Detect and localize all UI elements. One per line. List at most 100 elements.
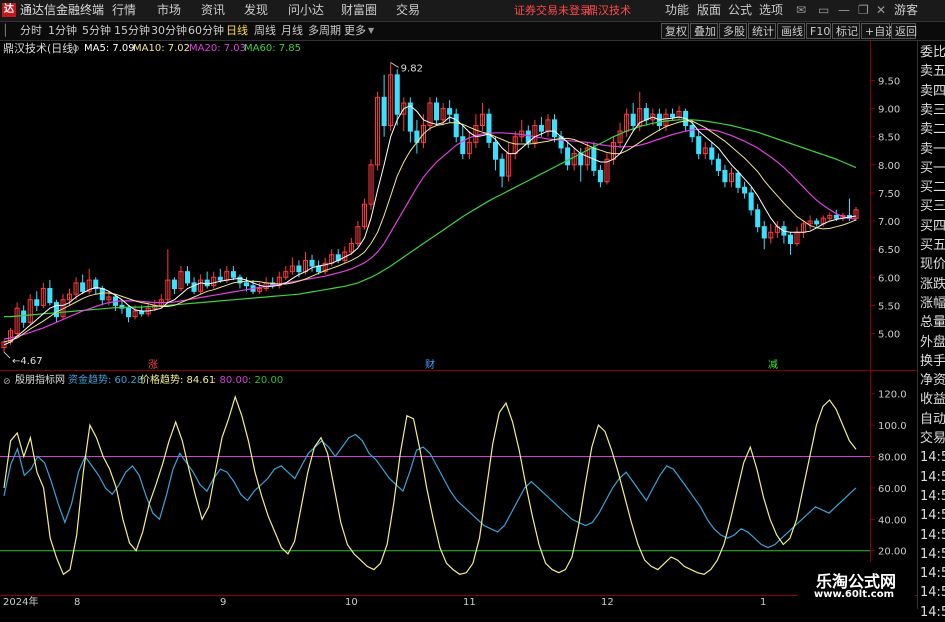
indicator-tick-label: 120.0: [878, 390, 907, 401]
candle-body: [814, 220, 820, 225]
candle-body: [643, 108, 649, 121]
candle-body: [99, 288, 105, 301]
candle-body: [597, 169, 603, 183]
price-tick-label: 7.00: [878, 217, 900, 228]
price-tick-label: 7.50: [878, 189, 900, 200]
candle-body: [709, 147, 715, 160]
date-label: 2024年: [3, 597, 39, 608]
high-pointer: [390, 62, 399, 68]
price-tick-label: 9.00: [878, 105, 900, 116]
side-panel-item[interactable]: 现价: [920, 255, 945, 274]
candle-body: [34, 299, 40, 306]
side-panel-item[interactable]: 14:56: [920, 583, 945, 602]
candle-body: [394, 74, 400, 115]
candle-body: [125, 307, 132, 318]
candle-body: [191, 282, 197, 292]
candle-body: [296, 265, 302, 273]
candle-body: [230, 271, 236, 278]
indicator-tick-label: 20.00: [878, 547, 907, 558]
side-panel-item[interactable]: 卖二: [920, 120, 945, 139]
quote-side-panel: 委比 卖五 卖四 卖三 卖二 卖一 买一 买二 买三 买四 买五 现价 涨跌 涨幅 总量 外盘 换手 净资 收益 自动…: [917, 41, 945, 620]
fund-trend-line: [3, 433, 857, 549]
candle-body: [715, 158, 721, 171]
candle-body: [486, 113, 492, 143]
side-panel-item[interactable]: 买四: [920, 217, 945, 236]
side-panel-item[interactable]: 买三: [920, 197, 945, 216]
candle-body: [669, 113, 676, 118]
date-label: 1: [760, 597, 767, 608]
date-label: 8: [74, 597, 81, 608]
price-tick-label: 5.50: [878, 301, 900, 312]
low-pointer: [3, 351, 11, 359]
price-tick-label: 6.00: [878, 273, 900, 284]
side-panel-item[interactable]: 卖五: [920, 62, 945, 81]
candle-body: [460, 136, 466, 155]
side-panel-item[interactable]: 涨幅: [920, 294, 945, 313]
indicator-tick-label: 40.00: [878, 515, 907, 526]
marker-finance[interactable]: 财: [425, 359, 435, 373]
side-panel-item[interactable]: 14:56: [920, 545, 945, 564]
side-panel-item[interactable]: 14:56: [920, 487, 945, 506]
candle-body: [493, 141, 499, 160]
candle-body: [447, 108, 453, 115]
candle-body: [538, 124, 544, 132]
candle-body: [748, 192, 754, 211]
side-panel-item[interactable]: 收益: [920, 390, 945, 409]
side-panel-item[interactable]: 卖一: [920, 140, 945, 159]
side-panel-item[interactable]: 卖四: [920, 82, 945, 101]
side-panel-item[interactable]: 净资: [920, 371, 945, 390]
candle-body: [742, 186, 748, 194]
marker-rise[interactable]: 涨: [148, 359, 158, 373]
candle-body: [755, 209, 761, 228]
side-panel-item[interactable]: 14:56: [920, 526, 945, 545]
watermark: 乐淘公式网 www.60lt.com: [798, 562, 915, 602]
side-panel-item[interactable]: 卖三: [920, 101, 945, 120]
side-panel-item[interactable]: 换手: [920, 352, 945, 371]
candle-body: [551, 119, 558, 138]
side-panel-item[interactable]: 外盘: [920, 333, 945, 352]
side-panel-item[interactable]: 买五: [920, 236, 945, 255]
candle-body: [565, 147, 571, 166]
low-price-label: ←4.67: [12, 356, 43, 367]
price-tick-label: 6.50: [878, 245, 900, 256]
candle-body: [80, 282, 86, 292]
candle-body: [578, 153, 584, 166]
candle-body: [689, 124, 695, 138]
side-panel-item[interactable]: 14:56: [920, 564, 945, 583]
side-panel-item[interactable]: 14:56: [920, 448, 945, 467]
marker-reduce[interactable]: 减: [768, 359, 778, 373]
candle-body: [204, 279, 210, 287]
side-panel-item[interactable]: 自动: [920, 410, 945, 429]
indicator-tick-label: 60.00: [878, 484, 907, 495]
price-tick-label: 5.00: [878, 330, 900, 341]
high-price-label: 9.82: [401, 63, 423, 74]
candle-body: [243, 282, 250, 287]
candle-body: [722, 169, 728, 183]
side-panel-item[interactable]: 买二: [920, 178, 945, 197]
indicator-tick-label: 100.0: [878, 421, 907, 432]
side-panel-item[interactable]: 交易: [920, 429, 945, 448]
side-panel-item[interactable]: 14:56: [920, 468, 945, 487]
price-tick-label: 8.50: [878, 133, 900, 144]
ma60-line: [4, 119, 857, 318]
side-panel-item[interactable]: 委比: [920, 43, 945, 62]
candle-body: [453, 113, 459, 138]
price-trend-line: [3, 394, 857, 576]
ma10-line: [3, 120, 857, 343]
candle-body: [53, 302, 59, 318]
side-panel-item[interactable]: 14:56: [920, 603, 945, 622]
kline-chart[interactable]: 9.82 ←4.67 9.50 9.00 8.50 8.00 7.50 7.00 6.50 6.…: [0, 0, 945, 609]
side-panel-item[interactable]: 总量: [920, 313, 945, 332]
candle-body: [630, 113, 636, 126]
candle-body: [499, 158, 505, 177]
price-tick-label: 9.50: [878, 76, 900, 87]
candle-body: [761, 226, 767, 239]
side-panel-item[interactable]: 涨跌: [920, 275, 945, 294]
side-panel-item[interactable]: 买一: [920, 159, 945, 178]
candle-body: [735, 172, 741, 188]
candle-body: [171, 279, 177, 290]
side-panel-item[interactable]: 14:56: [920, 506, 945, 525]
candle-body: [434, 102, 440, 121]
date-label: 10: [345, 597, 358, 608]
price-tick-label: 8.00: [878, 161, 900, 172]
